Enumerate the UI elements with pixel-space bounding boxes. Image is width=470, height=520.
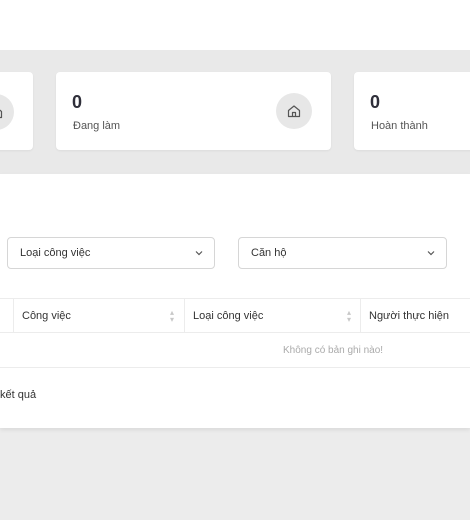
column-header-job-type[interactable]: Loại công việc ▴ ▾	[185, 299, 360, 332]
chevron-down-icon	[194, 247, 204, 262]
apartment-select-value: Căn hộ	[251, 247, 287, 259]
stat-card-partial	[0, 72, 33, 150]
sort-icon: ▴ ▾	[347, 308, 352, 324]
chevron-down-icon	[426, 247, 436, 262]
top-bar	[0, 0, 470, 50]
column-header-label: Người thực hiện	[369, 310, 450, 322]
apartment-select[interactable]: Căn hộ	[238, 237, 447, 269]
result-count: kết quả	[0, 389, 37, 401]
column-header-label: Loại công việc	[193, 310, 264, 322]
table-header: Công việc ▴ ▾ Loại công việc ▴ ▾ Người thự…	[0, 298, 470, 333]
job-type-select[interactable]: Loại công việc	[7, 237, 215, 269]
stat-value: 0	[72, 92, 83, 112]
column-header-job[interactable]: Công việc ▴ ▾	[14, 299, 184, 332]
stat-card-in-progress: 0 Đang làm	[56, 72, 331, 150]
column-header-assignee[interactable]: Người thực hiện	[361, 299, 470, 332]
sort-icon: ▴ ▾	[170, 308, 175, 324]
stat-label: Hoàn thành	[371, 120, 428, 132]
home-icon	[276, 93, 312, 129]
table-empty-row: Không có bản ghi nào!	[0, 333, 470, 368]
home-icon	[0, 94, 14, 130]
empty-message: Không có bản ghi nào!	[283, 345, 384, 356]
stat-label: Đang làm	[73, 120, 121, 132]
column-header-label: Công việc	[22, 310, 71, 322]
stat-value: 0	[370, 92, 381, 112]
stat-card-completed: 0 Hoàn thành	[354, 72, 470, 150]
job-type-select-value: Loại công việc	[20, 247, 91, 259]
